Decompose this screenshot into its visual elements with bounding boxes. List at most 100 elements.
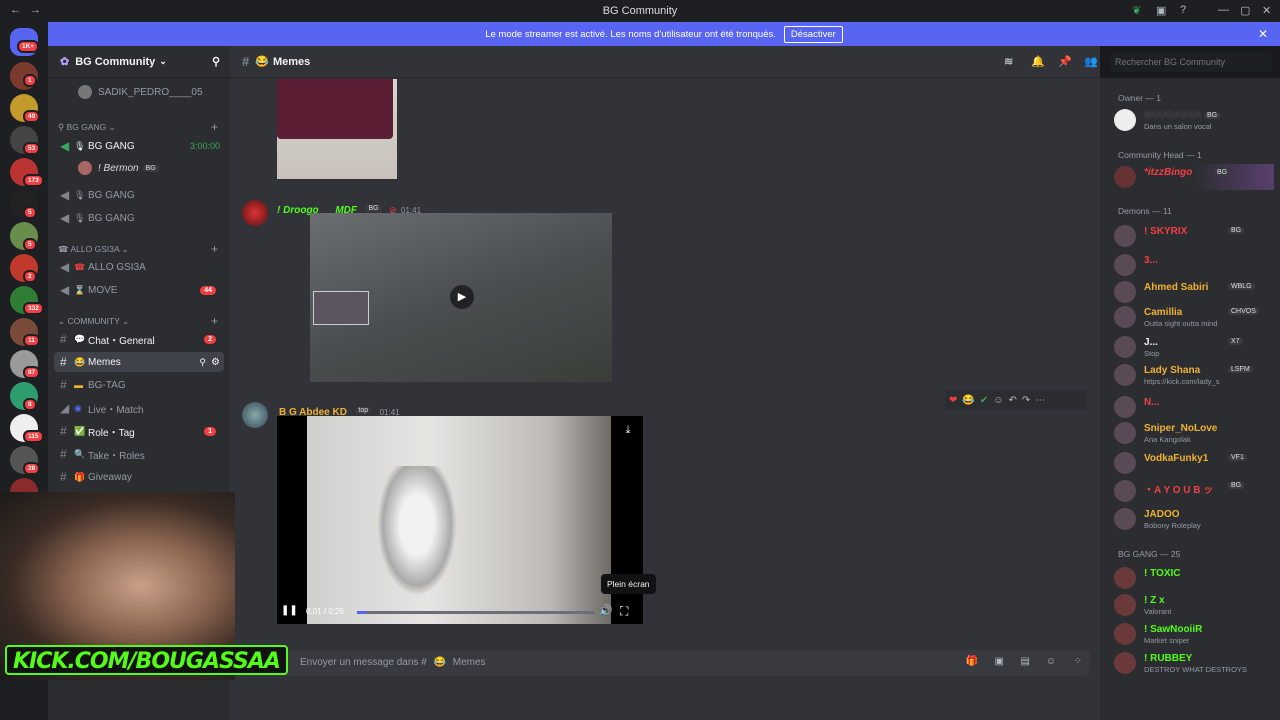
member-item[interactable]: ! Z x Valorant <box>1114 592 1274 618</box>
invite-icon[interactable]: ⚲ <box>212 55 220 68</box>
bell-icon[interactable]: 🔔 <box>1031 55 1045 68</box>
speaker-icon: ◀ <box>60 139 70 153</box>
close-icon[interactable]: ✕ <box>1258 27 1268 41</box>
gear-icon[interactable]: ⚙ <box>211 357 220 368</box>
mic-icon: 🎙 <box>74 212 86 223</box>
pin-icon[interactable]: 📌 <box>1058 55 1072 68</box>
member-name: ! Z x <box>1144 595 1165 606</box>
play-icon[interactable]: ▶ <box>450 285 474 309</box>
text-channel-chat[interactable]: # 💬 Chat・General 2 <box>54 329 224 349</box>
avatar[interactable] <box>242 402 268 428</box>
deactivate-button[interactable]: Désactiver <box>783 25 843 43</box>
avatar[interactable] <box>242 200 268 226</box>
text-channel-memes[interactable]: # 😂 Memes ⚲ ⚙ <box>54 352 224 372</box>
voice-user[interactable]: ! Bermon BG <box>54 158 224 178</box>
member-item[interactable]: J... X7 Stop <box>1114 334 1274 360</box>
member-item[interactable]: Sniper_NoLove Ana Kangolak <box>1114 420 1274 446</box>
member-item[interactable]: ・A Y O U B ッ BG <box>1114 478 1274 504</box>
laugh-reaction-icon[interactable]: 😂 <box>962 395 974 406</box>
check-reaction-icon[interactable]: ✔ <box>980 395 988 406</box>
more-icon[interactable]: ⋯ <box>1035 395 1045 406</box>
avatar <box>1114 281 1136 303</box>
add-channel-icon[interactable]: + <box>211 242 218 256</box>
member-item[interactable]: ! TOXIC <box>1114 565 1274 591</box>
heart-reaction-icon[interactable]: ❤ <box>949 395 957 406</box>
video-attachment[interactable]: ▶ <box>310 213 612 382</box>
fullscreen-icon[interactable]: ⛶ <box>620 604 628 619</box>
hash-icon: # <box>60 447 67 461</box>
download-icon[interactable]: ⤓ <box>618 420 638 440</box>
server-tag: BG <box>1228 482 1245 489</box>
text-channel-live[interactable]: ◢ ◉ Live・Match <box>54 398 224 418</box>
gift-icon[interactable]: 🎁 <box>966 656 978 667</box>
add-channel-icon[interactable]: + <box>211 120 218 134</box>
channel-label: MOVE <box>88 284 118 296</box>
member-item[interactable]: JADOO Bobony Roleplay <box>1114 506 1274 532</box>
member-name: ! SawNooiiR <box>1144 624 1203 635</box>
minimize-icon[interactable]: — <box>1218 4 1229 16</box>
add-reaction-icon[interactable]: ☺ <box>993 395 1003 406</box>
mention-badge: 5 <box>23 238 37 251</box>
voice-channel[interactable]: ◀ 🎙 BG GANG 3:00:00 <box>54 136 224 156</box>
member-item[interactable]: Camillia CHVOS Outta sight outta mind <box>1114 304 1274 330</box>
member-name: ・A Y O U B ッ <box>1144 485 1214 496</box>
help-icon[interactable]: ? <box>1180 4 1186 16</box>
laughing-emoji-icon: 😂 <box>433 657 446 668</box>
mention-badge: 11 <box>23 334 40 347</box>
member-item[interactable]: *itzzBingo BG <box>1114 164 1274 190</box>
server-header[interactable]: ✿ BG Community ⌄ ⚲ <box>48 46 230 78</box>
label-icon: ▬ <box>74 380 83 390</box>
text-channel-role[interactable]: # ✅ Role・Tag 1 <box>54 421 224 441</box>
leaf-icon[interactable]: ❦ <box>1132 4 1141 17</box>
text-channel-bgtag[interactable]: # ▬ BG-TAG <box>54 375 224 395</box>
member-item[interactable]: ! SawNooiiR Market sniper <box>1114 621 1274 647</box>
voice-channel[interactable]: ◀ 🎙 BG GANG <box>54 208 224 228</box>
gif-icon[interactable]: ▣ <box>995 656 1004 667</box>
member-item[interactable]: N... <box>1114 394 1274 420</box>
threads-icon[interactable]: ≋ <box>1004 55 1013 68</box>
member-item[interactable]: BOUGASSA BG Dans un salon vocal <box>1114 107 1274 133</box>
pause-icon[interactable]: ❚❚ <box>281 605 298 616</box>
volume-icon[interactable]: 🔊 <box>599 604 613 617</box>
category-community[interactable]: ⌄ COMMUNITY ⌄ <box>58 316 129 327</box>
image-attachment[interactable] <box>277 79 397 179</box>
search-input[interactable] <box>1110 52 1272 72</box>
hash-icon: # <box>60 424 67 438</box>
emoji-icon[interactable]: ☺ <box>1046 656 1056 667</box>
server-tag: VF1 <box>1228 454 1247 461</box>
video-player[interactable]: ⤓ ❚❚ 0:01 / 0:26 🔊 ⛶ <box>277 416 643 624</box>
member-item[interactable]: ! SKYRIX BG <box>1114 223 1274 249</box>
video-progress-track[interactable] <box>357 611 595 614</box>
category-label: ALLO GSI3A <box>70 244 120 254</box>
apps-icon[interactable]: ⁘ <box>1074 656 1082 667</box>
fullscreen-tooltip: Plein écran <box>601 574 656 594</box>
members-icon[interactable]: 👥 <box>1084 55 1098 68</box>
maximize-icon[interactable]: ▢ <box>1240 4 1250 17</box>
hash-icon: # <box>60 378 67 392</box>
member-item[interactable]: ! RUBBEY DESTROY WHAT DESTROYS <box>1114 650 1274 676</box>
member-item[interactable]: 3... <box>1114 252 1274 278</box>
forward-icon[interactable]: ↷ <box>1022 395 1030 406</box>
video-time: 0:01 / 0:26 <box>306 607 344 616</box>
voice-channel[interactable]: ◀ 🎙 BG GANG <box>54 185 224 205</box>
category-allo[interactable]: ☎ ALLO GSI3A ⌄ <box>58 244 129 255</box>
voice-user[interactable]: SADIK_PEDRO____05 <box>54 82 224 102</box>
text-channel-take[interactable]: # 🔍 Take・Roles <box>54 444 224 464</box>
voice-channel[interactable]: ◀ ☎ ALLO GSI3A <box>54 257 224 277</box>
category-bg-gang[interactable]: ⚲ BG GANG ⌄ <box>58 122 116 133</box>
add-member-icon[interactable]: ⚲ <box>199 357 206 368</box>
member-item[interactable]: Lady Shana LSFM https://kick.com/lady_s <box>1114 362 1274 388</box>
reply-icon[interactable]: ↶ <box>1008 395 1016 406</box>
close-window-icon[interactable]: ✕ <box>1262 4 1271 17</box>
member-category: Owner — 1 <box>1118 93 1161 103</box>
text-channel-giveaway[interactable]: # 🎁 Giveaway <box>54 467 224 487</box>
sticker-icon[interactable]: ▤ <box>1021 656 1030 667</box>
phone-icon: ☎ <box>74 261 86 272</box>
member-item[interactable]: Ahmed Sabiri WBLG <box>1114 279 1274 305</box>
message-input[interactable]: Envoyer un message dans # 😂 Memes 🎁 ▣ ▤ … <box>240 650 1090 676</box>
voice-channel[interactable]: ◀ ⌛ MOVE 44 <box>54 280 224 300</box>
add-channel-icon[interactable]: + <box>211 314 218 328</box>
member-item[interactable]: VodkaFunky1 VF1 <box>1114 450 1274 476</box>
member-name: Ahmed Sabiri <box>1144 282 1209 293</box>
inbox-icon[interactable]: ▣ <box>1156 4 1166 17</box>
